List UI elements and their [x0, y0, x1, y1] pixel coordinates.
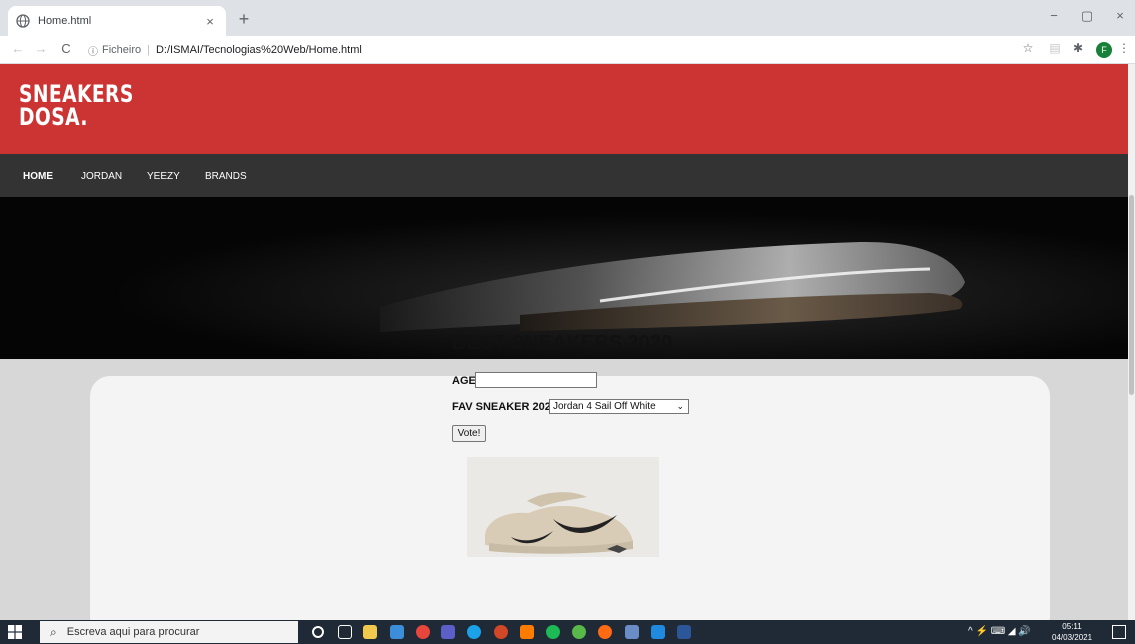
address-bar[interactable]: ⓘ Ficheiro | D:/ISMAI/Tecnologias%20Web/…: [88, 39, 1018, 61]
nav-yeezy[interactable]: YEEZY: [147, 171, 180, 182]
fav-sneaker-select[interactable]: Jordan 4 Sail Off White ⌄: [549, 399, 689, 414]
mail-icon[interactable]: [390, 625, 404, 639]
address-separator: |: [147, 44, 150, 56]
menu-icon[interactable]: ⋮: [1116, 41, 1132, 55]
cortana-icon[interactable]: [312, 626, 324, 638]
nav-home[interactable]: HOME: [23, 171, 53, 182]
puzzle-icon[interactable]: ✱: [1070, 41, 1086, 55]
age-input[interactable]: [475, 372, 597, 388]
fav-sneaker-label: FAV SNEAKER 2020:: [452, 401, 561, 413]
browser-tab[interactable]: Home.html ×: [8, 6, 226, 36]
site-header: SNEAKERS DOSA.: [0, 64, 1128, 154]
origin-icon[interactable]: [598, 625, 612, 639]
utorrent-icon[interactable]: [572, 625, 586, 639]
browser-tab-bar: Home.html × + − ▢ ×: [0, 0, 1135, 36]
maximize-button[interactable]: ▢: [1077, 8, 1097, 24]
windows-taskbar: ⌕ Escreva aqui para procurar ^ ⚡ ⌨ ◢ 🔊 0…: [0, 620, 1135, 644]
page-title: BEST SNEAKERS 2020: [452, 332, 673, 354]
tab-close-icon[interactable]: ×: [202, 14, 218, 29]
sneaker-product-image: [467, 457, 659, 557]
chevron-down-icon: ⌄: [676, 401, 684, 411]
globe-icon: [16, 14, 30, 28]
vote-button[interactable]: Vote!: [452, 425, 486, 442]
site-nav: HOME JORDAN YEEZY BRANDS: [0, 154, 1128, 197]
spotify-icon[interactable]: [546, 625, 560, 639]
reload-button[interactable]: C: [58, 41, 74, 56]
address-url[interactable]: D:/ISMAI/Tecnologias%20Web/Home.html: [156, 44, 362, 56]
site-logo[interactable]: SNEAKERS DOSA.: [19, 82, 134, 131]
windows-start-icon[interactable]: [8, 625, 22, 639]
illustrator-icon[interactable]: [520, 625, 534, 639]
file-explorer-icon[interactable]: [363, 625, 377, 639]
address-scheme-label: Ficheiro: [102, 44, 142, 56]
system-tray-icons[interactable]: ^ ⚡ ⌨ ◢ 🔊: [968, 626, 1031, 637]
nav-brands[interactable]: BRANDS: [205, 171, 247, 182]
back-button[interactable]: ←: [10, 41, 26, 56]
task-view-icon[interactable]: [338, 625, 352, 639]
info-icon[interactable]: ⓘ: [88, 43, 98, 58]
edge-icon[interactable]: [467, 625, 481, 639]
calculator-icon[interactable]: [625, 625, 639, 639]
bookmark-star-icon[interactable]: ☆: [1020, 41, 1036, 55]
clock-time: 05:11: [1062, 622, 1082, 631]
sneaker-photo: [467, 457, 659, 557]
word-icon[interactable]: [677, 625, 691, 639]
taskbar-search-placeholder: Escreva aqui para procurar: [66, 626, 200, 638]
vscode-icon[interactable]: [651, 625, 665, 639]
nav-jordan[interactable]: JORDAN: [81, 171, 122, 182]
clock-date: 04/03/2021: [1052, 633, 1093, 642]
forward-button[interactable]: →: [33, 41, 49, 56]
chrome-icon[interactable]: [416, 625, 430, 639]
new-tab-button[interactable]: +: [234, 10, 254, 28]
search-icon: ⌕: [50, 624, 57, 639]
tab-title: Home.html: [38, 15, 92, 27]
powerpoint-icon[interactable]: [494, 625, 508, 639]
taskbar-search-box[interactable]: ⌕ Escreva aqui para procurar: [40, 621, 298, 643]
extension-icon[interactable]: ▤: [1047, 41, 1063, 55]
minimize-button[interactable]: −: [1044, 8, 1064, 23]
taskbar-clock[interactable]: 05:11 04/03/2021: [1052, 621, 1092, 643]
profile-avatar[interactable]: F: [1096, 42, 1112, 58]
page-scrollbar-thumb[interactable]: [1129, 195, 1134, 395]
logo-line-2: DOSA.: [19, 103, 88, 131]
browser-toolbar: ← → C ⓘ Ficheiro | D:/ISMAI/Tecnologias%…: [0, 36, 1135, 64]
window-close-button[interactable]: ×: [1110, 8, 1130, 23]
teams-icon[interactable]: [441, 625, 455, 639]
fav-sneaker-selected: Jordan 4 Sail Off White: [553, 401, 656, 412]
notification-center-icon[interactable]: [1112, 625, 1126, 639]
